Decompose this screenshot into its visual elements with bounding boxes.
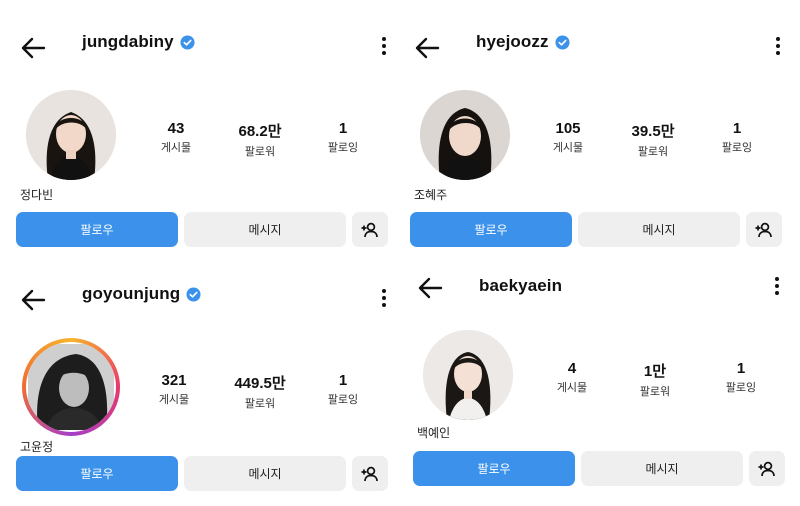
username-text: hyejoozz <box>476 32 549 51</box>
posts-count: 43 <box>167 120 185 137</box>
follow-button[interactable]: 팔로우 <box>16 456 178 491</box>
message-button[interactable]: 메시지 <box>184 212 346 247</box>
add-person-button[interactable] <box>749 451 785 486</box>
username-text: baekyaein <box>479 276 563 295</box>
verified-badge-icon <box>186 286 201 302</box>
followers-label: 팔로워 <box>244 146 276 158</box>
avatar-story-ring[interactable] <box>22 338 120 436</box>
following-count: 1 <box>338 120 348 137</box>
message-button[interactable]: 메시지 <box>184 456 346 491</box>
stat-posts[interactable]: 321 게시물 <box>134 372 214 407</box>
back-arrow-icon[interactable] <box>410 30 446 66</box>
followers-label: 팔로워 <box>244 398 276 410</box>
add-person-button[interactable] <box>352 456 388 491</box>
follow-button[interactable]: 팔로우 <box>410 212 572 247</box>
follow-button[interactable]: 팔로우 <box>413 451 575 486</box>
verified-badge-icon <box>555 34 570 50</box>
stat-posts[interactable]: 4 게시물 <box>532 360 612 395</box>
profile-card-baekyaein: baekyaein 백예인 4 게시물 1만 팔로워 1 팔로잉 팔로우 메시지 <box>413 264 800 504</box>
following-count: 1 <box>338 372 348 389</box>
more-options-icon[interactable] <box>769 274 785 298</box>
stat-followers[interactable]: 449.5만 팔로워 <box>220 372 300 411</box>
avatar <box>26 342 116 432</box>
back-arrow-icon[interactable] <box>413 270 449 306</box>
add-person-icon <box>361 466 378 481</box>
followers-count: 39.5만 <box>631 123 675 140</box>
profile-real-name: 정다빈 <box>20 188 54 202</box>
posts-count: 105 <box>555 120 581 137</box>
following-label: 팔로잉 <box>725 382 757 394</box>
avatar[interactable] <box>26 90 116 180</box>
followers-count: 68.2만 <box>238 123 282 140</box>
profile-card-goyounjung: goyounjung 고윤정 321 게시물 449.5만 팔로워 1 팔로잉 … <box>16 264 406 504</box>
avatar[interactable] <box>423 330 513 420</box>
stat-posts[interactable]: 105 게시물 <box>528 120 608 155</box>
posts-label: 게시물 <box>556 382 588 394</box>
posts-count: 321 <box>161 372 187 389</box>
following-label: 팔로잉 <box>721 142 753 154</box>
following-count: 1 <box>732 120 742 137</box>
profile-username: baekyaein <box>479 276 562 296</box>
add-person-icon <box>758 461 775 476</box>
more-options-icon[interactable] <box>376 34 392 58</box>
stat-followers[interactable]: 39.5만 팔로워 <box>613 120 693 159</box>
following-label: 팔로잉 <box>327 142 359 154</box>
profile-username: jungdabiny <box>82 32 195 52</box>
add-person-button[interactable] <box>352 212 388 247</box>
stat-followers[interactable]: 68.2만 팔로워 <box>220 120 300 159</box>
profile-card-jungdabiny: jungdabiny 정다빈 43 게시물 68.2만 팔로워 1 팔로잉 팔로… <box>16 12 406 252</box>
posts-label: 게시물 <box>552 142 584 154</box>
posts-label: 게시물 <box>158 394 190 406</box>
profile-real-name: 백예인 <box>417 426 451 440</box>
profile-username: hyejoozz <box>476 32 570 52</box>
stat-following[interactable]: 1 팔로잉 <box>701 360 781 395</box>
posts-count: 4 <box>567 360 577 377</box>
add-person-button[interactable] <box>746 212 782 247</box>
profile-username: goyounjung <box>82 284 201 304</box>
stat-following[interactable]: 1 팔로잉 <box>697 120 777 155</box>
followers-label: 팔로워 <box>639 386 671 398</box>
following-label: 팔로잉 <box>327 394 359 406</box>
add-person-icon <box>755 222 772 237</box>
followers-count: 1만 <box>643 363 667 380</box>
add-person-icon <box>361 222 378 237</box>
more-options-icon[interactable] <box>376 286 392 310</box>
profile-card-hyejoozz: hyejoozz 조혜주 105 게시물 39.5만 팔로워 1 팔로잉 팔로우… <box>410 12 800 252</box>
verified-badge-icon <box>180 34 195 50</box>
more-options-icon[interactable] <box>770 34 786 58</box>
message-button[interactable]: 메시지 <box>581 451 743 486</box>
following-count: 1 <box>736 360 746 377</box>
back-arrow-icon[interactable] <box>16 30 52 66</box>
profile-real-name: 고윤정 <box>20 440 54 454</box>
username-text: jungdabiny <box>82 32 174 51</box>
follow-button[interactable]: 팔로우 <box>16 212 178 247</box>
followers-count: 449.5만 <box>234 375 286 392</box>
username-text: goyounjung <box>82 284 181 303</box>
posts-label: 게시물 <box>160 142 192 154</box>
stat-following[interactable]: 1 팔로잉 <box>303 372 383 407</box>
stat-followers[interactable]: 1만 팔로워 <box>615 360 695 399</box>
stat-posts[interactable]: 43 게시물 <box>136 120 216 155</box>
avatar[interactable] <box>420 90 510 180</box>
message-button[interactable]: 메시지 <box>578 212 740 247</box>
stat-following[interactable]: 1 팔로잉 <box>303 120 383 155</box>
back-arrow-icon[interactable] <box>16 282 52 318</box>
profile-real-name: 조혜주 <box>414 188 448 202</box>
followers-label: 팔로워 <box>637 146 669 158</box>
